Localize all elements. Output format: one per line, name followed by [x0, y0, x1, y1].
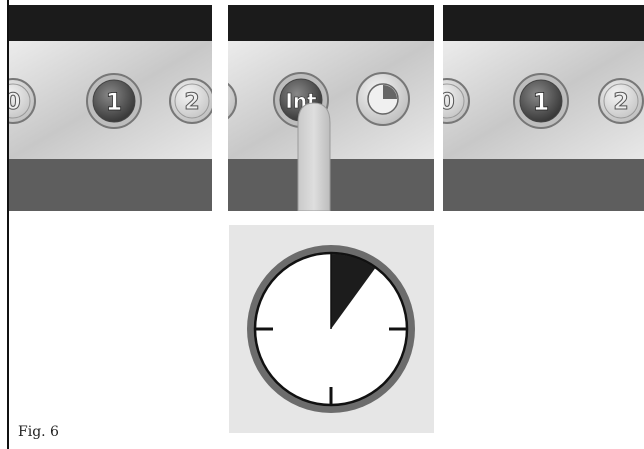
top-band — [443, 5, 644, 41]
button-label: 0 — [9, 90, 21, 115]
clock-icon — [247, 245, 415, 413]
button-2[interactable]: 2 — [169, 78, 212, 124]
button-label: 0 — [443, 90, 455, 115]
button-label: 1 — [533, 88, 550, 116]
timer-illustration — [229, 225, 434, 433]
button-1[interactable]: 1 — [513, 73, 569, 129]
finger-pressing — [297, 102, 331, 211]
panel-illustration: 0 1 2 — [9, 5, 212, 211]
button-label: 2 — [184, 90, 199, 115]
bottom-band — [9, 159, 212, 211]
control-panel-press: Int — [228, 5, 434, 211]
top-band — [228, 5, 434, 41]
bottom-band — [443, 159, 644, 211]
button-2[interactable]: 2 — [598, 78, 644, 124]
panel-illustration: Int — [228, 5, 434, 211]
timer-button[interactable] — [356, 72, 410, 126]
control-panel-before: 0 1 2 — [9, 5, 212, 211]
top-band — [9, 5, 212, 41]
figure-caption: Fig. 6 — [18, 424, 59, 440]
button-label: 2 — [613, 90, 628, 115]
button-1[interactable]: 1 — [86, 73, 142, 129]
panel-illustration: 0 1 2 — [443, 5, 644, 211]
button-label: 1 — [106, 88, 123, 116]
bottom-band — [228, 159, 434, 211]
control-panel-after: 0 1 2 — [443, 5, 644, 211]
